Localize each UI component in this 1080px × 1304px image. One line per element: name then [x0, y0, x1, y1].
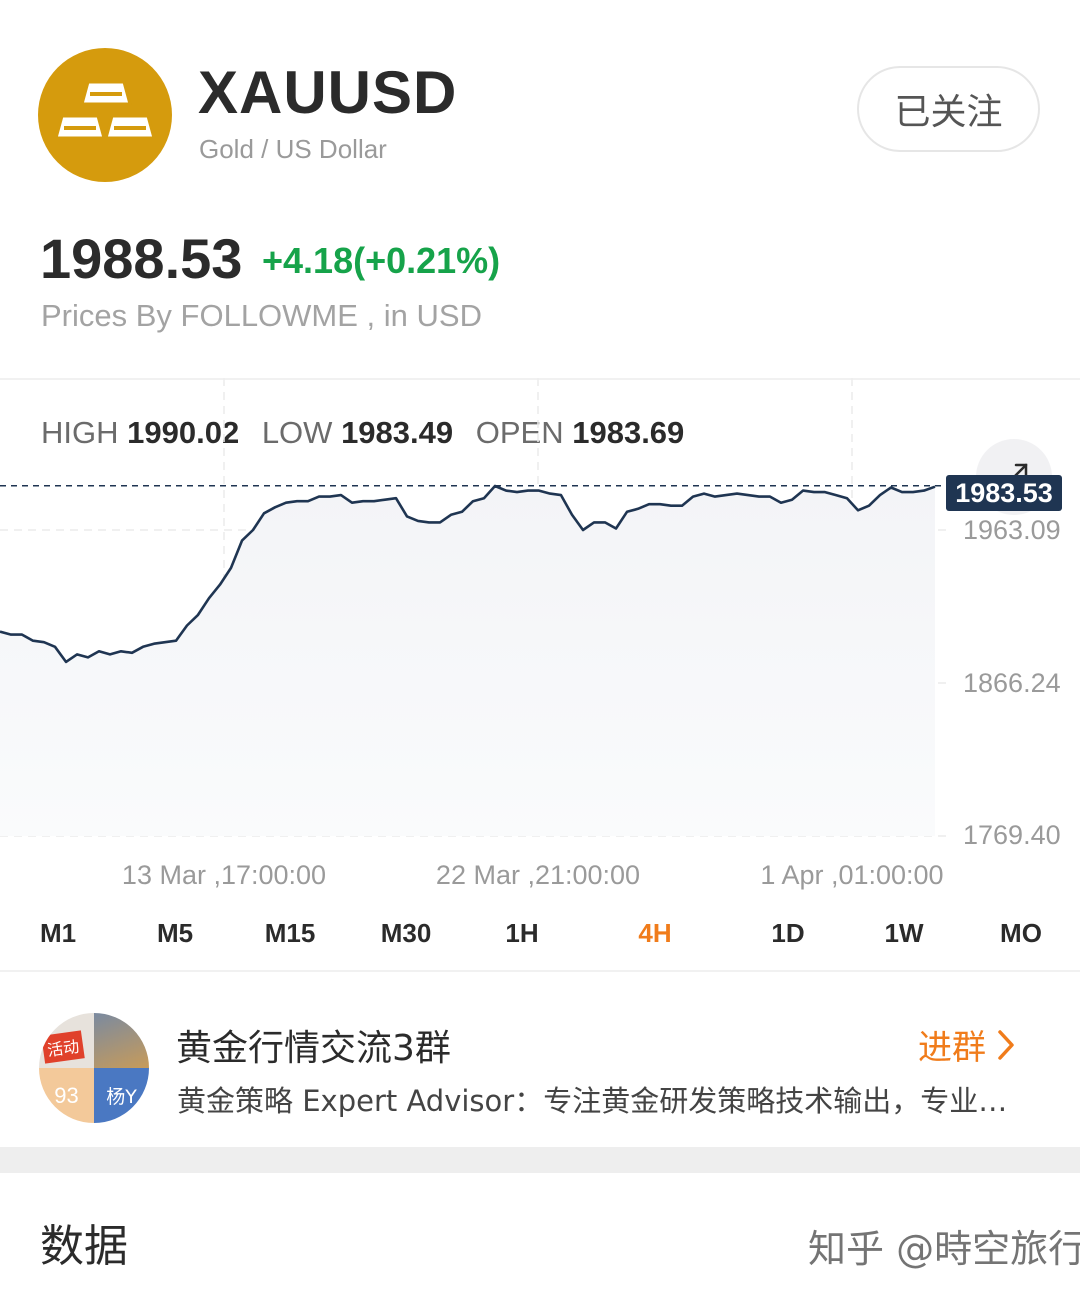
interval-tab[interactable]: M15	[265, 918, 316, 949]
price-change: +4.18(+0.21%)	[262, 240, 501, 281]
avatar-number: 93	[39, 1068, 94, 1123]
interval-tab[interactable]: M1	[40, 918, 76, 949]
interval-tab[interactable]: 1H	[505, 918, 538, 949]
chevron-right-icon	[998, 1029, 1014, 1060]
group-name[interactable]: 黄金行情交流3群	[176, 1019, 451, 1071]
interval-tab[interactable]: 1D	[771, 918, 804, 949]
section-separator	[0, 1147, 1080, 1173]
x-tick-label: 22 Mar ,21:00:00	[435, 860, 641, 890]
interval-tab[interactable]: M30	[381, 918, 432, 949]
symbol-title: XAUUSD	[198, 59, 458, 126]
price-area	[0, 486, 935, 836]
interval-tab[interactable]: 1W	[885, 918, 924, 949]
current-price: 1988.53	[40, 227, 243, 290]
group-avatar[interactable]: 93 杨Y 活动	[39, 1013, 149, 1123]
watermark: 知乎 @時空旅行者	[808, 1227, 1080, 1271]
gold-logo	[38, 48, 172, 182]
price-source: Prices By FOLLOWME , in USD	[41, 298, 482, 333]
group-description: 黄金策略 Expert Advisor：专注黄金研发策略技术输出，专业…	[177, 1084, 1008, 1118]
y-tick-label: 1769.40	[963, 820, 1061, 850]
y-tick-label: 1963.09	[963, 515, 1061, 545]
y-tick-label: 1866.24	[963, 668, 1061, 698]
gold-bars-icon	[54, 80, 156, 140]
x-tick-label: 13 Mar ,17:00:00	[121, 860, 327, 890]
divider	[0, 970, 1080, 972]
avatar-name: 杨Y	[94, 1068, 149, 1123]
data-section-title: 数据	[40, 1221, 128, 1272]
interval-tabs: M1 M5 M15 M30 1H 4H 1D 1W MO	[0, 918, 1080, 954]
price-chart[interactable]	[0, 378, 1080, 838]
join-label: 进群	[918, 1028, 986, 1068]
pair-name: Gold / US Dollar	[199, 134, 387, 164]
interval-tab-active[interactable]: 4H	[638, 918, 671, 949]
interval-tab[interactable]: MO	[1000, 918, 1042, 949]
follow-button[interactable]: 已关注	[857, 66, 1040, 152]
avatar-tag: 活动	[41, 1030, 85, 1064]
join-group-button[interactable]: 进群	[918, 1020, 1016, 1069]
interval-tab[interactable]: M5	[157, 918, 193, 949]
x-tick-label: 1 Apr ,01:00:00	[760, 860, 944, 890]
current-price-tag: 1983.53	[946, 475, 1062, 511]
